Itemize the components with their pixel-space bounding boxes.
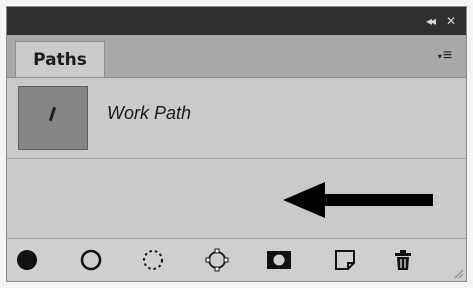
- panel-titlebar: ◂◂ ✕: [7, 7, 466, 35]
- resize-grip-icon[interactable]: [452, 267, 464, 279]
- path-name: Work Path: [107, 103, 192, 123]
- paths-panel: ◂◂ ✕ Paths ▾ ≡ Work Path: [6, 6, 467, 282]
- panel-menu-icon: ≡: [442, 47, 453, 64]
- path-thumbnail-mark: [48, 106, 57, 122]
- new-path-button[interactable]: [331, 247, 359, 273]
- make-work-path-icon: [205, 248, 229, 272]
- path-row-work-path[interactable]: Work Path: [7, 78, 466, 159]
- fill-path-icon: [17, 250, 37, 270]
- panel-menu-button[interactable]: ▾ ≡: [432, 45, 458, 67]
- load-selection-icon: [143, 250, 163, 270]
- add-mask-button[interactable]: [265, 247, 293, 273]
- stroke-path-button[interactable]: [77, 247, 105, 273]
- arrow-left-icon: [283, 182, 433, 218]
- load-selection-button[interactable]: [139, 247, 167, 273]
- stroke-path-icon: [80, 249, 102, 271]
- paths-list: Work Path: [7, 78, 466, 239]
- menu-triangle-icon: ▾: [437, 51, 442, 61]
- make-work-path-button[interactable]: [203, 247, 231, 273]
- close-icon[interactable]: ✕: [446, 13, 456, 29]
- delete-path-icon: [395, 250, 411, 270]
- panel-tab-row: Paths ▾ ≡: [7, 35, 466, 78]
- tab-paths[interactable]: Paths: [15, 41, 105, 77]
- collapse-icon[interactable]: ◂◂: [426, 13, 436, 29]
- panel-toolbar: [7, 238, 466, 281]
- fill-path-button[interactable]: [13, 247, 41, 273]
- add-mask-icon: [267, 251, 291, 269]
- delete-path-button[interactable]: [389, 247, 417, 273]
- new-path-icon: [335, 250, 355, 270]
- path-thumbnail: [18, 86, 88, 150]
